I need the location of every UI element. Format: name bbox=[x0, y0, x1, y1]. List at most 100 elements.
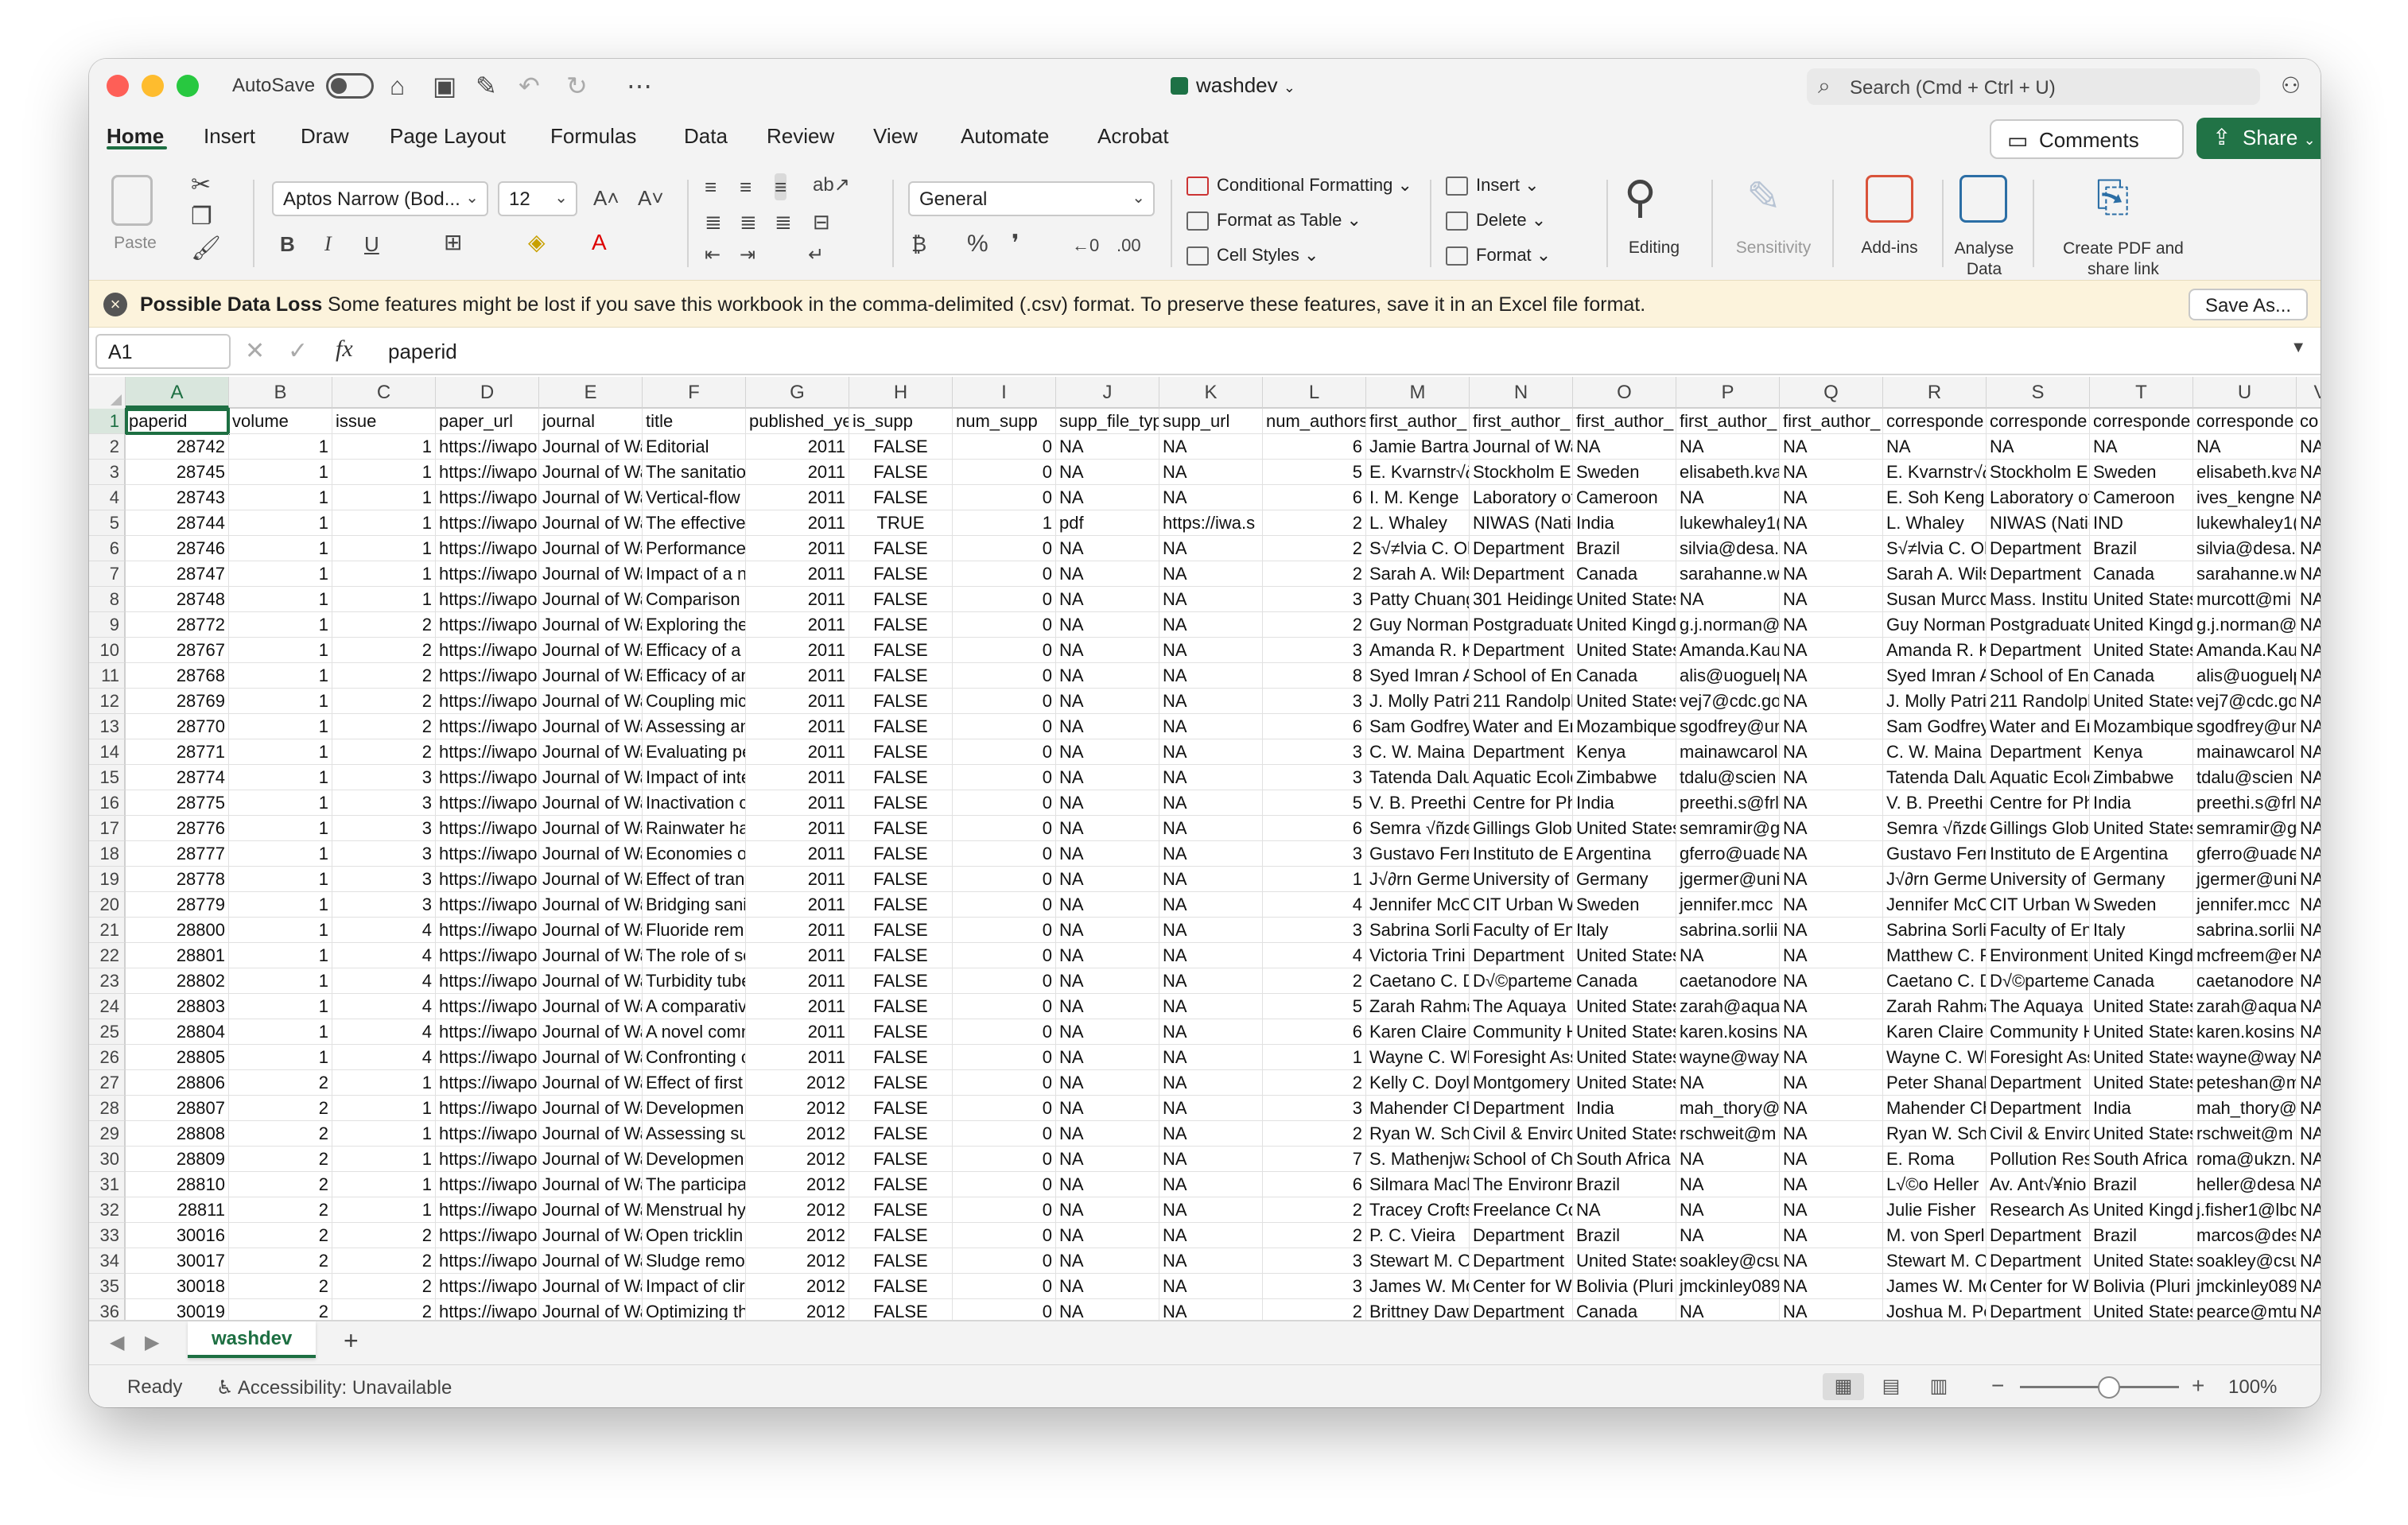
enter-icon[interactable]: ✓ bbox=[288, 337, 308, 365]
cell[interactable]: https://iwapo bbox=[436, 1045, 539, 1070]
cell[interactable]: karen.kosinsl bbox=[2193, 1019, 2297, 1045]
cell[interactable]: United States bbox=[2090, 1019, 2193, 1045]
cell[interactable]: 3 bbox=[332, 816, 436, 841]
cell[interactable]: 2011 bbox=[746, 434, 849, 460]
column-header[interactable]: K bbox=[1159, 377, 1263, 409]
cell[interactable]: United Kingd bbox=[2090, 1197, 2193, 1223]
cell[interactable]: NA bbox=[2297, 663, 2321, 689]
cell[interactable]: FALSE bbox=[849, 587, 953, 612]
cell[interactable]: NA bbox=[1780, 1223, 1883, 1248]
cell[interactable]: Journal of Wa bbox=[539, 1274, 643, 1299]
cell[interactable]: NIWAS (Natio bbox=[1987, 510, 2090, 536]
cell[interactable]: 2 bbox=[229, 1147, 332, 1172]
zoom-slider-handle[interactable] bbox=[2098, 1376, 2120, 1399]
cell[interactable]: FALSE bbox=[849, 841, 953, 867]
cell[interactable]: semramir@g bbox=[2193, 816, 2297, 841]
cell[interactable]: Developmen bbox=[643, 1147, 746, 1172]
cell[interactable]: Argentina bbox=[2090, 841, 2193, 867]
cell[interactable]: Gustavo Ferr bbox=[1883, 841, 1987, 867]
save-as-button[interactable]: Save As... bbox=[2189, 289, 2308, 320]
cell[interactable]: Brittney Daw bbox=[1366, 1299, 1470, 1320]
cell[interactable]: L. Whaley bbox=[1883, 510, 1987, 536]
cell[interactable]: 0 bbox=[953, 587, 1056, 612]
insert-cells-button[interactable]: Insert ⌄ bbox=[1446, 175, 1540, 196]
cell[interactable]: 28742 bbox=[126, 434, 229, 460]
cell[interactable]: 0 bbox=[953, 1070, 1056, 1096]
cell[interactable]: FALSE bbox=[849, 1223, 953, 1248]
cell[interactable]: NA bbox=[1056, 663, 1159, 689]
cell[interactable]: NA bbox=[1056, 536, 1159, 561]
cell[interactable]: 1 bbox=[229, 892, 332, 918]
align-center-icon[interactable]: ≣ bbox=[740, 208, 757, 235]
cell[interactable]: Brazil bbox=[1573, 1172, 1676, 1197]
cell[interactable]: 1 bbox=[332, 485, 436, 510]
cell[interactable]: NA bbox=[1159, 1070, 1263, 1096]
cell[interactable]: School of Eng bbox=[1987, 663, 2090, 689]
row-header[interactable]: 5 bbox=[89, 510, 126, 536]
cell[interactable]: 2 bbox=[332, 1223, 436, 1248]
cell[interactable]: Sabrina Sorli bbox=[1366, 918, 1470, 943]
cell[interactable]: 0 bbox=[953, 1299, 1056, 1320]
cell[interactable]: Department bbox=[1470, 739, 1573, 765]
cell[interactable]: 3 bbox=[332, 765, 436, 790]
cell[interactable]: NA bbox=[1159, 460, 1263, 485]
cell[interactable]: Community H bbox=[1470, 1019, 1573, 1045]
cell[interactable]: Caetano C. D bbox=[1883, 968, 1987, 994]
page-layout-view-icon[interactable]: ▤ bbox=[1870, 1373, 1912, 1400]
cell[interactable]: Efficacy of a c bbox=[643, 638, 746, 663]
cell[interactable]: Department bbox=[1470, 1299, 1573, 1320]
cell[interactable]: Effect of tran bbox=[643, 867, 746, 892]
row-header[interactable]: 24 bbox=[89, 994, 126, 1019]
cell[interactable]: Sam Godfrey bbox=[1883, 714, 1987, 739]
cell[interactable]: Impact of clir bbox=[643, 1274, 746, 1299]
cell[interactable]: https://iwapo bbox=[436, 1096, 539, 1121]
cell[interactable]: sgodfrey@un bbox=[1676, 714, 1780, 739]
cell[interactable]: Developmen bbox=[643, 1096, 746, 1121]
cell[interactable]: CIT Urban Wa bbox=[1987, 892, 2090, 918]
cell[interactable]: 1 bbox=[1263, 1045, 1366, 1070]
cell[interactable]: Gillings Glob bbox=[1470, 816, 1573, 841]
cell[interactable]: https://iwapo bbox=[436, 1223, 539, 1248]
cell[interactable]: 2 bbox=[1263, 510, 1366, 536]
cell[interactable]: 1 bbox=[332, 1096, 436, 1121]
cell[interactable]: Department bbox=[1470, 1223, 1573, 1248]
cell[interactable]: NA bbox=[1780, 536, 1883, 561]
cell[interactable]: 6 bbox=[1263, 485, 1366, 510]
cell[interactable]: 2012 bbox=[746, 1299, 849, 1320]
cell[interactable]: 2 bbox=[229, 1223, 332, 1248]
cell[interactable]: Journal of Wa bbox=[1470, 434, 1573, 460]
cell[interactable]: NA bbox=[1159, 1274, 1263, 1299]
cell[interactable]: United States bbox=[2090, 994, 2193, 1019]
cell[interactable]: Matthew C. F bbox=[1883, 943, 1987, 968]
cell[interactable]: 2011 bbox=[746, 663, 849, 689]
italic-icon[interactable]: I bbox=[324, 231, 332, 258]
cell[interactable]: Department bbox=[1987, 638, 2090, 663]
cell[interactable]: Sabrina Sorli bbox=[1883, 918, 1987, 943]
cell[interactable]: g.j.norman@ bbox=[2193, 612, 2297, 638]
cell[interactable]: FALSE bbox=[849, 1274, 953, 1299]
cell[interactable]: 3 bbox=[1263, 739, 1366, 765]
cell[interactable]: NA bbox=[1159, 612, 1263, 638]
cell[interactable]: 0 bbox=[953, 968, 1056, 994]
row-header[interactable]: 33 bbox=[89, 1223, 126, 1248]
cell[interactable]: 1 bbox=[229, 485, 332, 510]
cell[interactable]: NA bbox=[2297, 790, 2321, 816]
cell[interactable]: jgermer@uni bbox=[2193, 867, 2297, 892]
header-cell[interactable]: title bbox=[643, 409, 746, 434]
row-header[interactable]: 35 bbox=[89, 1274, 126, 1299]
cell[interactable]: 7 bbox=[1263, 1147, 1366, 1172]
cell[interactable]: Journal of Wa bbox=[539, 1045, 643, 1070]
cell[interactable]: United States bbox=[1573, 943, 1676, 968]
cell[interactable]: 2012 bbox=[746, 1248, 849, 1274]
cell[interactable]: 28743 bbox=[126, 485, 229, 510]
cell[interactable]: Sarah A. Wils bbox=[1366, 561, 1470, 587]
cell[interactable]: 0 bbox=[953, 1172, 1056, 1197]
cell[interactable]: Assessing sus bbox=[643, 1121, 746, 1147]
row-header[interactable]: 15 bbox=[89, 765, 126, 790]
cell[interactable]: NA bbox=[1159, 1223, 1263, 1248]
search-box[interactable]: ⌕ Search (Cmd + Ctrl + U) bbox=[1807, 68, 2260, 105]
cell[interactable]: 1 bbox=[332, 434, 436, 460]
header-cell[interactable]: issue bbox=[332, 409, 436, 434]
header-cell[interactable]: is_supp bbox=[849, 409, 953, 434]
cell[interactable]: NA bbox=[1159, 739, 1263, 765]
